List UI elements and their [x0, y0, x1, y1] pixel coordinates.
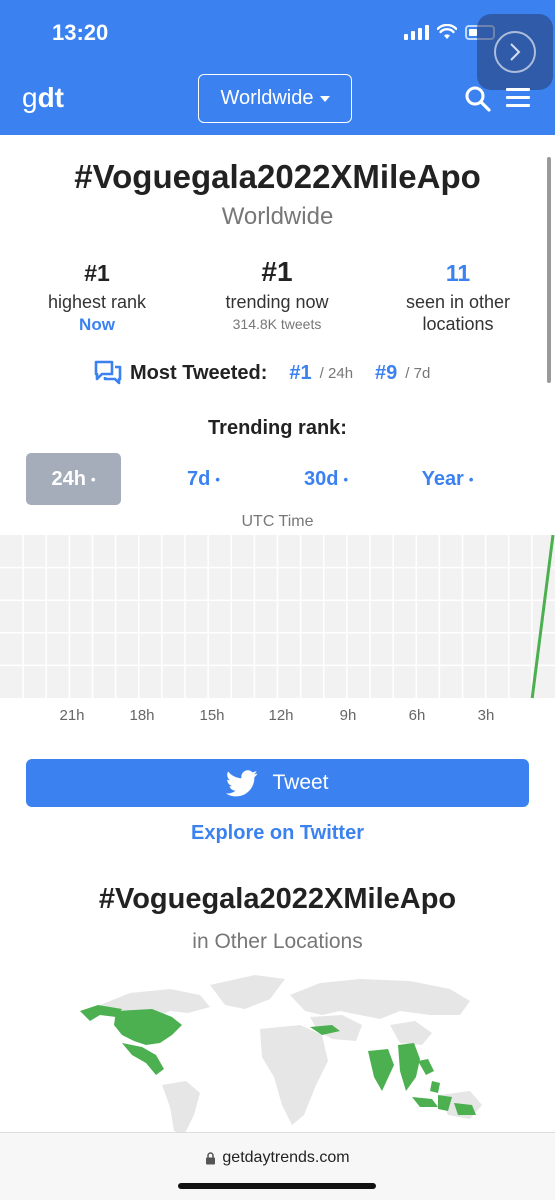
trending-now-value: #1: [261, 256, 293, 287]
wifi-icon: [437, 24, 457, 39]
other-locations-label-1: seen in other: [405, 292, 511, 312]
tweet-button-label: Tweet: [272, 771, 329, 794]
tab-24h-dot: •: [90, 471, 96, 487]
location-dropdown[interactable]: Worldwide: [198, 74, 352, 123]
chart-x-tick-label: 9h: [340, 707, 357, 724]
chevron-right-icon: [510, 43, 521, 61]
chart-x-axis-title: UTC Time: [241, 513, 314, 530]
world-map: [80, 975, 482, 1135]
chart-x-tick-label: 6h: [409, 707, 426, 724]
tab-year[interactable]: Year •: [366, 453, 529, 505]
status-time: 13:20: [52, 20, 109, 45]
page-subtitle-location: Worldwide: [221, 203, 334, 230]
browser-url[interactable]: getdaytrends.com: [0, 1149, 555, 1167]
chart-x-tick-label: 3h: [478, 707, 495, 724]
most-tweeted-period-7d: / 7d: [405, 364, 431, 382]
tab-year-dot: •: [468, 471, 474, 487]
lock-icon: [206, 1151, 216, 1164]
tab-year-label: Year: [421, 467, 464, 490]
other-locations-title: #Voguegala2022XMileApo: [98, 883, 457, 915]
tweet-button[interactable]: Tweet: [26, 759, 529, 807]
tab-7d-label: 7d: [187, 467, 211, 490]
trending-rank-chart: 21h 18h 15h 12h 9h 6h 3h: [0, 535, 555, 724]
map-land-grey: [100, 975, 482, 1135]
other-locations-subtitle: in Other Locations: [192, 930, 363, 953]
range-tabs: 24h • 7d • 30d • Year •: [26, 453, 529, 505]
search-icon[interactable]: [465, 86, 491, 112]
tab-30d-label: 30d: [303, 467, 339, 490]
most-tweeted-label: Most Tweeted:: [130, 361, 268, 384]
highest-rank-when: Now: [79, 315, 115, 334]
stat-highest-rank: #1 highest rank Now: [7, 260, 187, 335]
most-tweeted-rank-7d[interactable]: #9: [375, 362, 397, 385]
tab-7d[interactable]: 7d •: [121, 453, 286, 505]
tab-24h-label: 24h: [51, 467, 86, 490]
page-title: #Voguegala2022XMileApo: [74, 158, 481, 195]
chart-x-tick-label: 18h: [129, 707, 154, 724]
site-logo[interactable]: gdt: [22, 82, 64, 114]
stat-other-locations[interactable]: 11 seen in other locations: [368, 260, 548, 335]
tab-30d[interactable]: 30d •: [286, 453, 366, 505]
highest-rank-label: highest rank: [47, 292, 147, 312]
tab-7d-dot: •: [215, 471, 220, 487]
browser-url-bar[interactable]: getdaytrends.com: [0, 1132, 555, 1200]
home-indicator[interactable]: [178, 1183, 376, 1189]
chart-x-tick-label: 12h: [268, 707, 293, 724]
top-bar: 13:20 gdt Worldwide: [0, 0, 555, 135]
highest-rank-value: #1: [84, 260, 110, 286]
chart-x-tick-label: 15h: [199, 707, 224, 724]
other-locations-label-2: locations: [422, 314, 494, 334]
caret-down-icon: [319, 95, 330, 102]
location-dropdown-label: Worldwide: [220, 87, 314, 109]
tab-30d-dot: •: [343, 471, 349, 487]
most-tweeted-period-24h: / 24h: [319, 364, 354, 382]
twitter-bird-icon: [226, 769, 258, 796]
tweet-count: 314.8K tweets: [232, 316, 322, 332]
explore-on-twitter-link[interactable]: Explore on Twitter: [0, 822, 555, 845]
most-tweeted-rank-24h[interactable]: #1: [289, 362, 311, 385]
chart-x-tick-label: 21h: [59, 707, 84, 724]
hamburger-menu-icon[interactable]: [506, 88, 530, 112]
chat-bubbles-icon: [94, 360, 122, 385]
tab-24h[interactable]: 24h •: [26, 453, 121, 505]
most-tweeted: Most Tweeted: #1 / 24h #9 / 7d: [94, 360, 430, 386]
trending-rank-label: Trending rank:: [208, 417, 347, 439]
other-locations-count[interactable]: 11: [368, 260, 548, 287]
cellular-signal-icon: [404, 24, 429, 40]
trending-now-label: trending now: [225, 292, 329, 312]
assistive-touch-button[interactable]: [477, 14, 553, 90]
browser-url-text: getdaytrends.com: [222, 1149, 350, 1166]
stat-trending-now: #1 trending now 314.8K tweets: [187, 256, 367, 332]
